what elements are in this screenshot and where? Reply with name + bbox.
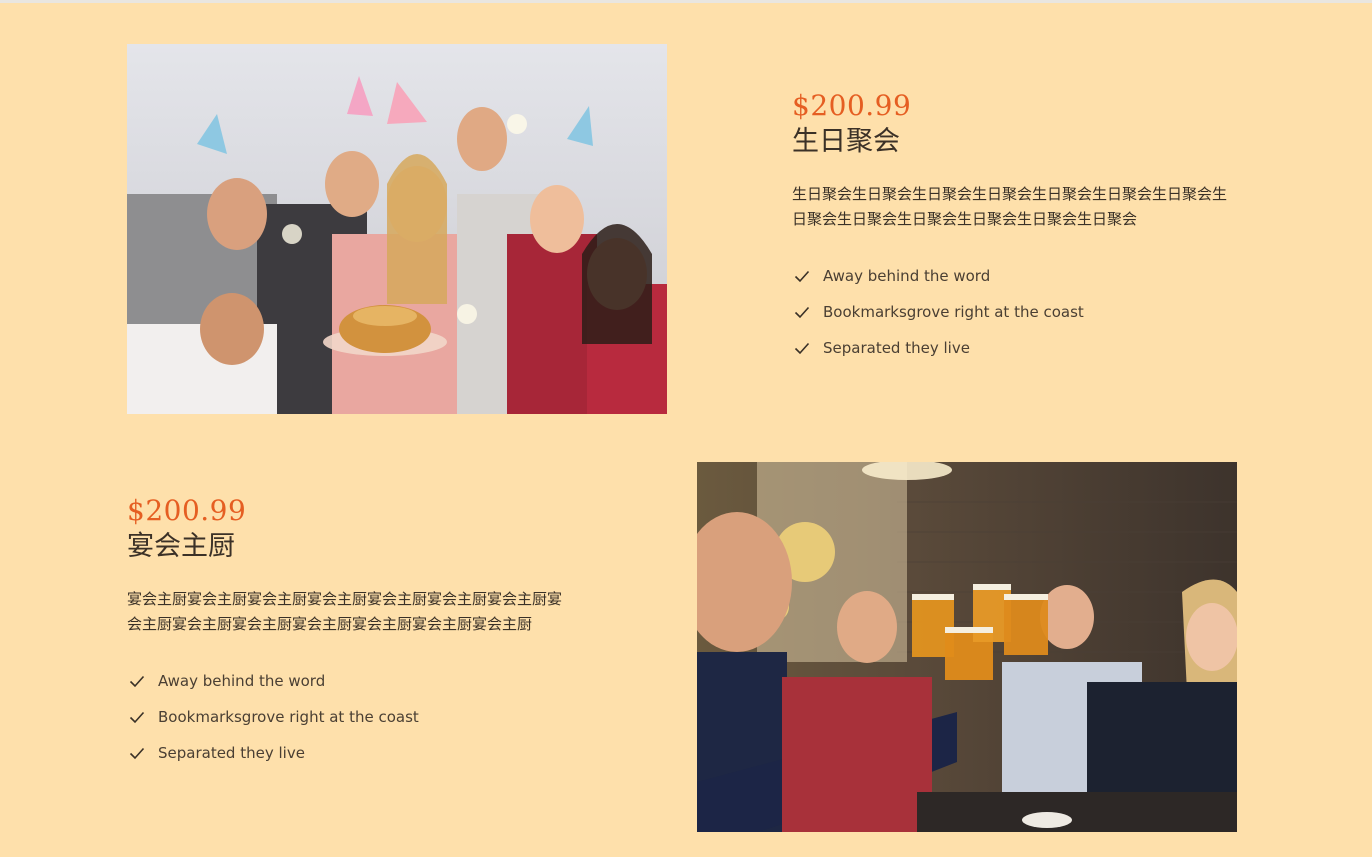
top-divider (0, 0, 1372, 3)
checkmark-icon (794, 304, 810, 320)
feature-item: Away behind the word (792, 258, 1232, 294)
feature-item: Bookmarksgrove right at the coast (127, 699, 567, 735)
checkmark-icon (129, 745, 145, 761)
feature-item: Separated they live (792, 330, 1232, 366)
checkmark-icon (794, 340, 810, 356)
package-description: 生日聚会生日聚会生日聚会生日聚会生日聚会生日聚会生日聚会生日聚会生日聚会生日聚会… (792, 185, 1228, 228)
friends-toasting-beer-photo (697, 462, 1237, 832)
feature-label: Separated they live (158, 744, 305, 762)
feature-label: Bookmarksgrove right at the coast (823, 303, 1084, 321)
checkmark-icon (129, 709, 145, 725)
package-card-banquet-chef: $200.99 宴会主厨 宴会主厨宴会主厨宴会主厨宴会主厨宴会主厨宴会主厨宴会主… (127, 493, 567, 771)
feature-label: Away behind the word (158, 672, 326, 690)
checkmark-icon (129, 673, 145, 689)
feature-label: Away behind the word (823, 267, 991, 285)
feature-item: Separated they live (127, 735, 567, 771)
checkmark-icon (794, 268, 810, 284)
feature-list: Away behind the word Bookmarksgrove righ… (127, 663, 567, 771)
feature-item: Away behind the word (127, 663, 567, 699)
feature-label: Bookmarksgrove right at the coast (158, 708, 419, 726)
package-description: 宴会主厨宴会主厨宴会主厨宴会主厨宴会主厨宴会主厨宴会主厨宴会主厨宴会主厨宴会主厨… (127, 590, 563, 633)
feature-item: Bookmarksgrove right at the coast (792, 294, 1232, 330)
package-price: $200.99 (127, 494, 247, 527)
feature-list: Away behind the word Bookmarksgrove righ… (792, 258, 1232, 366)
feature-label: Separated they live (823, 339, 970, 357)
package-title: 生日聚会 (792, 126, 900, 157)
birthday-party-photo (127, 44, 667, 414)
package-card-birthday: $200.99 生日聚会 生日聚会生日聚会生日聚会生日聚会生日聚会生日聚会生日聚… (792, 88, 1232, 366)
package-title: 宴会主厨 (127, 531, 235, 562)
package-price: $200.99 (792, 89, 912, 122)
